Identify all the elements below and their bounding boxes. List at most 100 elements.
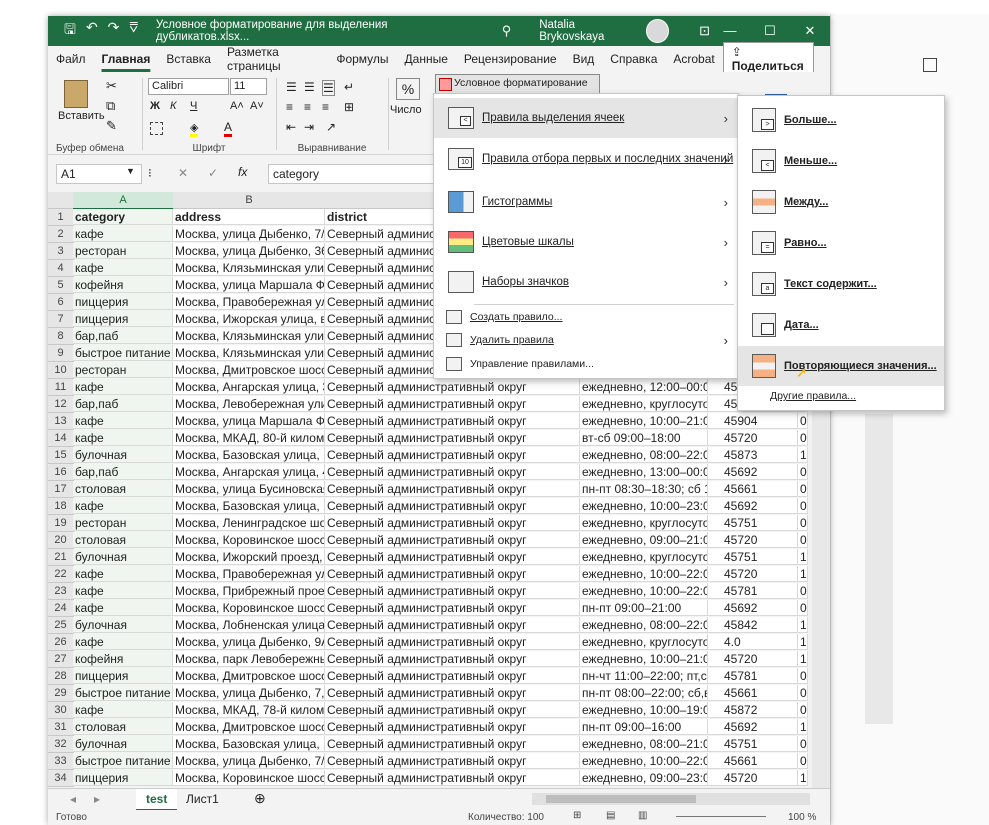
undo-icon[interactable]: ↶ [86, 19, 98, 43]
cell-d[interactable]: вт-сб 09:00–18:00 [580, 430, 708, 446]
align-bottom-icon[interactable]: ☰ [322, 80, 335, 96]
redo-icon[interactable]: ↷ [108, 19, 120, 43]
menu-item-top-bottom-rules[interactable]: 10 Правила отбора первых и последних зна… [434, 139, 738, 179]
cell-d[interactable]: пн-чт 11:00–22:00; пт,сб [580, 668, 708, 684]
row-header[interactable]: 31 [48, 719, 74, 736]
cell-b[interactable]: Москва, Клязьминская улиц [173, 328, 325, 344]
paste-icon[interactable] [64, 80, 88, 108]
cell-f[interactable]: 0 [798, 685, 808, 701]
cell-b[interactable]: Москва, Коровинское шосс [173, 770, 325, 786]
search-icon[interactable]: ⚲ [502, 23, 512, 39]
cell-e[interactable]: 45692 [708, 719, 798, 735]
cell-c[interactable]: Северный административный округ [325, 532, 580, 548]
cell-c[interactable]: Северный административный округ [325, 617, 580, 633]
row-header[interactable]: 10 [48, 362, 74, 379]
row-header[interactable]: 34 [48, 770, 74, 787]
row-header[interactable]: 17 [48, 481, 74, 498]
cell-f[interactable]: 0 [798, 430, 808, 446]
cell-b[interactable]: Москва, Прибрежный прое [173, 583, 325, 599]
cell-b[interactable]: Москва, улица Бусиновская [173, 481, 325, 497]
tab-view[interactable]: Вид [565, 52, 603, 66]
row-header[interactable]: 26 [48, 634, 74, 651]
cell-b[interactable]: Москва, улица Дыбенко, 7/ [173, 226, 325, 242]
copy-icon[interactable]: ⧉ [106, 98, 115, 114]
row-header[interactable]: 2 [48, 226, 74, 243]
cell-e[interactable]: 45720 [708, 430, 798, 446]
cell-e[interactable]: 45692 [708, 600, 798, 616]
cell-c[interactable]: Северный административный округ [325, 770, 580, 786]
name-box-dropdown-icon[interactable]: ▼ [126, 166, 135, 176]
menu-item-color-scales[interactable]: Цветовые шкалы › [434, 222, 738, 262]
cell-a[interactable]: ресторан [73, 515, 173, 531]
submenu-item-date[interactable]: Дата... [738, 305, 944, 345]
cell-d[interactable]: ежедневно, круглосуто [580, 396, 708, 412]
merge-icon[interactable]: ⊞ [344, 100, 354, 114]
maximize-icon[interactable]: ☐ [750, 23, 790, 39]
grow-font-button[interactable]: A˄ [230, 100, 244, 112]
row-header[interactable]: 19 [48, 515, 74, 532]
tab-next-icon[interactable]: ▸ [94, 792, 100, 806]
edit-icon[interactable] [923, 58, 937, 72]
cell-b[interactable]: Москва, Дмитровское шосс [173, 719, 325, 735]
row-header[interactable]: 5 [48, 277, 74, 294]
zoom-slider[interactable] [676, 816, 766, 817]
borders-icon[interactable] [150, 122, 163, 135]
cell-e[interactable]: 45842 [708, 617, 798, 633]
cell-a[interactable]: булочная [73, 549, 173, 565]
cell-e[interactable]: 45720 [708, 651, 798, 667]
cell-e[interactable]: 45692 [708, 464, 798, 480]
cell-e[interactable]: 45720 [708, 532, 798, 548]
row-header[interactable]: 20 [48, 532, 74, 549]
wrap-text-icon[interactable]: ↵ [344, 80, 354, 94]
sheet-tab-list1[interactable]: Лист1 [176, 789, 229, 809]
cell-d[interactable]: ежедневно, 09:00–23:00 [580, 770, 708, 786]
cell-c[interactable]: Северный административный округ [325, 481, 580, 497]
cell-c[interactable]: Северный административный округ [325, 600, 580, 616]
row-header[interactable]: 24 [48, 600, 74, 617]
column-header-a[interactable]: A [73, 192, 174, 210]
cell-e[interactable]: 45661 [708, 685, 798, 701]
cell-f[interactable]: 1 [798, 651, 808, 667]
cell-d[interactable]: ежедневно, круглосуто [580, 549, 708, 565]
minimize-icon[interactable]: — [710, 23, 750, 39]
cell-a[interactable]: быстрое питание [73, 685, 173, 701]
cell-f[interactable]: 1 [798, 549, 808, 565]
cell-e[interactable]: 45661 [708, 753, 798, 769]
row-header[interactable]: 6 [48, 294, 74, 311]
row-header[interactable]: 12 [48, 396, 74, 413]
cell-f[interactable]: 0 [798, 532, 808, 548]
cell-b[interactable]: Москва, Клязьминская улиц [173, 345, 325, 361]
font-size-select[interactable]: 11 [230, 78, 267, 95]
cell-f[interactable]: 1 [798, 634, 808, 650]
cell-a[interactable]: булочная [73, 617, 173, 633]
menu-item-data-bars[interactable]: Гистограммы › [434, 182, 738, 222]
cell-b[interactable]: Москва, улица Дыбенко, 36 [173, 243, 325, 259]
cell-d[interactable]: ежедневно, круглосуто [580, 515, 708, 531]
menu-item-icon-sets[interactable]: Наборы значков › [434, 262, 738, 302]
menu-item-manage-rules[interactable]: Управление правилами... [434, 353, 738, 375]
cell-a[interactable]: кафе [73, 226, 173, 242]
customize-icon[interactable]: ⩢ [129, 19, 138, 43]
cell-b[interactable]: Москва, Ижорская улица, в [173, 311, 325, 327]
cell-c[interactable]: Северный административный округ [325, 379, 580, 395]
select-all-corner[interactable] [48, 192, 74, 209]
cell-c[interactable]: Северный административный округ [325, 447, 580, 463]
cell-b[interactable]: Москва, Правобережная ул [173, 566, 325, 582]
row-header[interactable]: 4 [48, 260, 74, 277]
function-icon[interactable]: fx [238, 165, 247, 179]
cell-a[interactable]: кофейня [73, 277, 173, 293]
cell-e[interactable]: 45781 [708, 583, 798, 599]
enter-icon[interactable]: ✓ [208, 166, 218, 180]
cell-b[interactable]: Москва, улица Маршала Фе [173, 277, 325, 293]
cell-a[interactable]: кафе [73, 379, 173, 395]
row-header[interactable]: 30 [48, 702, 74, 719]
page-layout-icon[interactable]: ▤ [606, 810, 615, 821]
cell-a[interactable]: кафе [73, 413, 173, 429]
cell-c[interactable]: Северный административный округ [325, 549, 580, 565]
cell-a[interactable]: category [73, 209, 173, 225]
tab-review[interactable]: Рецензирование [456, 52, 565, 66]
cell-d[interactable]: ежедневно, 08:00–21:00 [580, 736, 708, 752]
cell-e[interactable]: 45692 [708, 498, 798, 514]
cell-b[interactable]: Москва, улица Дыбенко, 9А [173, 634, 325, 650]
tab-help[interactable]: Справка [602, 52, 665, 66]
